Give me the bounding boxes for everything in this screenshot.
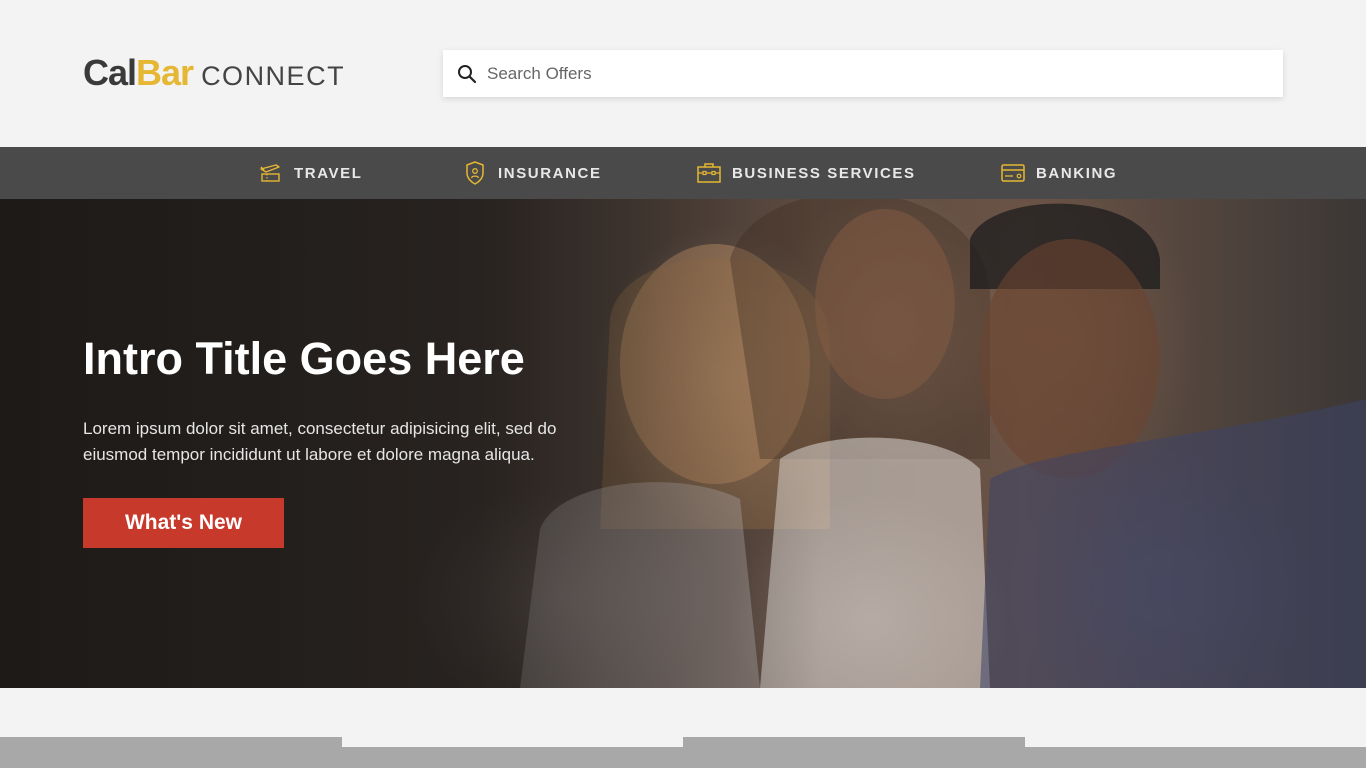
nav-label-banking: BANKING <box>1036 164 1118 182</box>
offer-cards-row <box>0 688 1366 768</box>
logo-text-cal: Cal <box>83 52 137 93</box>
offer-card[interactable] <box>683 737 1025 768</box>
nav-label-travel: TRAVEL <box>294 164 363 182</box>
briefcase-icon <box>697 163 721 183</box>
nav-item-business-services[interactable]: BUSINESS SERVICES <box>696 147 916 199</box>
nav-item-banking[interactable]: BANKING <box>1000 147 1117 199</box>
logo-text-connect: CONNECT <box>201 61 346 91</box>
hero-description: Lorem ipsum dolor sit amet, consectetur … <box>83 419 557 464</box>
category-nav: TRAVEL INSURANCE BUSINESS SERVICES BANKI… <box>0 147 1366 199</box>
search-icon[interactable] <box>457 64 477 84</box>
offer-card[interactable] <box>1025 747 1366 768</box>
logo-text-bar: Bar <box>136 52 194 93</box>
nav-item-travel[interactable]: TRAVEL <box>258 147 363 199</box>
search-box <box>443 50 1283 97</box>
offer-card[interactable] <box>0 737 342 768</box>
whats-new-button[interactable]: What's New <box>83 498 284 548</box>
credit-card-icon <box>1001 164 1025 182</box>
search-input[interactable] <box>487 53 1247 94</box>
nav-item-insurance[interactable]: INSURANCE <box>462 147 602 199</box>
airplane-ticket-icon <box>260 164 280 182</box>
shield-icon <box>466 161 484 185</box>
offer-card[interactable] <box>342 747 683 768</box>
hero-title: Intro Title Goes Here <box>83 333 525 384</box>
hero-banner: Intro Title Goes Here Lorem ipsum dolor … <box>0 199 1366 688</box>
calbar-connect-logo[interactable]: Cal Bar CONNECT <box>83 52 346 93</box>
nav-label-business-services: BUSINESS SERVICES <box>732 164 916 182</box>
nav-label-insurance: INSURANCE <box>498 164 602 182</box>
site-header: Cal Bar CONNECT <box>0 0 1366 147</box>
